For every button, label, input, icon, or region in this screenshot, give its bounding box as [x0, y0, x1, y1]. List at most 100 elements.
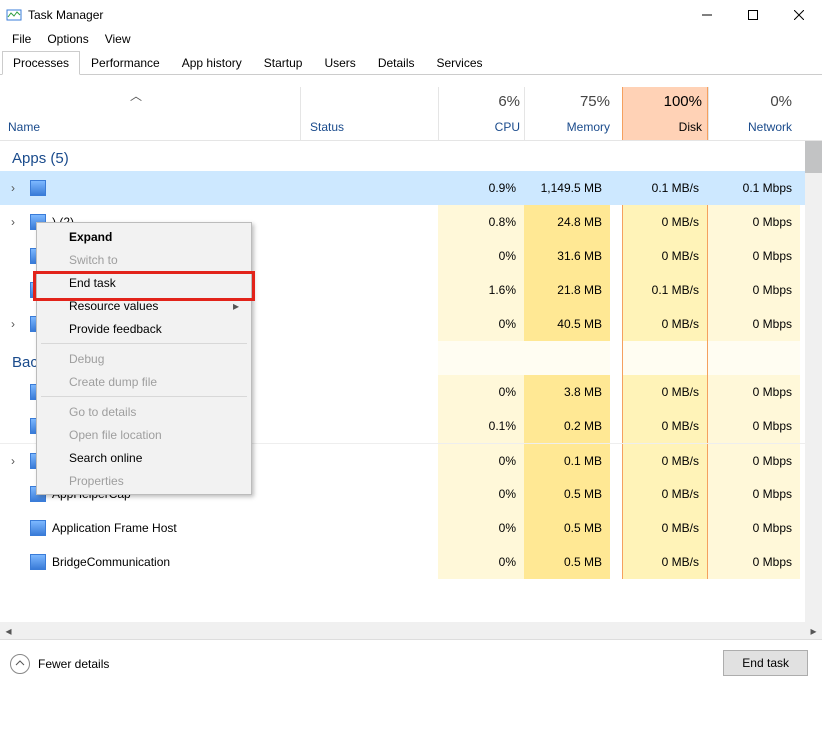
table-row[interactable]: BridgeCommunication0%0.5 MB0 MB/s0 Mbps — [0, 545, 822, 579]
cpu-cell: 0.1% — [438, 409, 524, 443]
context-menu-item[interactable]: End task — [39, 271, 249, 294]
disk-pct: 100% — [622, 93, 702, 110]
context-menu-item: Properties — [39, 469, 249, 492]
mem-pct: 75% — [530, 93, 610, 110]
fewer-details-button[interactable]: Fewer details — [10, 654, 109, 674]
net-pct: 0% — [712, 93, 792, 110]
menu-options[interactable]: Options — [39, 30, 96, 50]
chevron-right-icon[interactable]: › — [4, 181, 22, 195]
mem-cell — [524, 341, 610, 375]
disk-cell: 0.1 MB/s — [622, 171, 708, 205]
menu-view[interactable]: View — [97, 30, 139, 50]
net-cell: 0 Mbps — [708, 273, 800, 307]
minimize-button[interactable] — [684, 0, 730, 30]
mem-cell: 31.6 MB — [524, 239, 610, 273]
footer: Fewer details End task — [0, 639, 822, 687]
process-icon — [30, 554, 46, 570]
menu-file[interactable]: File — [4, 30, 39, 50]
mem-cell: 0.5 MB — [524, 477, 610, 511]
table-row[interactable]: ›0.9%1,149.5 MB0.1 MB/s0.1 Mbps — [0, 171, 822, 205]
chevron-right-icon[interactable]: › — [4, 215, 22, 229]
tab-processes[interactable]: Processes — [2, 51, 80, 75]
scroll-thumb[interactable] — [805, 141, 822, 173]
context-menu-item: Switch to — [39, 248, 249, 271]
vertical-scrollbar[interactable] — [805, 141, 822, 639]
window-title: Task Manager — [28, 8, 684, 22]
cpu-cell: 0% — [438, 307, 524, 341]
col-status[interactable]: Status — [310, 120, 344, 134]
process-icon — [30, 180, 46, 196]
col-memory[interactable]: Memory — [530, 120, 610, 134]
disk-cell: 0 MB/s — [622, 375, 708, 409]
cpu-cell: 0% — [438, 239, 524, 273]
chevron-right-icon: ▸ — [233, 299, 239, 313]
menu-separator — [41, 343, 247, 344]
disk-cell: 0 MB/s — [622, 545, 708, 579]
net-cell: 0 Mbps — [708, 409, 800, 443]
tab-users[interactable]: Users — [313, 51, 366, 75]
net-cell: 0 Mbps — [708, 444, 800, 477]
process-icon — [30, 520, 46, 536]
mem-cell: 0.1 MB — [524, 444, 610, 477]
net-cell: 0 Mbps — [708, 511, 800, 545]
mem-cell: 0.5 MB — [524, 545, 610, 579]
close-button[interactable] — [776, 0, 822, 30]
mem-cell: 0.5 MB — [524, 511, 610, 545]
group-apps[interactable]: Apps (5) — [0, 141, 822, 171]
context-menu-item[interactable]: Provide feedback — [39, 317, 249, 340]
col-disk[interactable]: Disk — [622, 120, 702, 134]
scroll-right-icon[interactable]: ▸ — [805, 622, 822, 639]
disk-cell — [622, 341, 708, 375]
titlebar: Task Manager — [0, 0, 822, 30]
cpu-cell: 0% — [438, 444, 524, 477]
scroll-left-icon[interactable]: ◂ — [0, 622, 17, 639]
mem-cell: 40.5 MB — [524, 307, 610, 341]
net-cell: 0.1 Mbps — [708, 171, 800, 205]
net-cell: 0 Mbps — [708, 545, 800, 579]
net-cell: 0 Mbps — [708, 375, 800, 409]
context-menu-item[interactable]: Resource values▸ — [39, 294, 249, 317]
end-task-button[interactable]: End task — [723, 650, 808, 676]
disk-cell: 0 MB/s — [622, 205, 708, 239]
col-name[interactable]: Name — [8, 120, 40, 134]
context-menu-item: Debug — [39, 347, 249, 370]
tab-details[interactable]: Details — [367, 51, 426, 75]
mem-cell: 24.8 MB — [524, 205, 610, 239]
context-menu-item: Go to details — [39, 400, 249, 423]
cpu-cell: 1.6% — [438, 273, 524, 307]
tab-services[interactable]: Services — [426, 51, 494, 75]
chevron-up-icon — [10, 654, 30, 674]
disk-cell: 0.1 MB/s — [622, 273, 708, 307]
disk-cell: 0 MB/s — [622, 307, 708, 341]
table-row[interactable]: Application Frame Host0%0.5 MB0 MB/s0 Mb… — [0, 511, 822, 545]
horizontal-scrollbar[interactable]: ◂ ▸ — [0, 622, 822, 639]
cpu-cell: 0% — [438, 545, 524, 579]
mem-cell: 1,149.5 MB — [524, 171, 610, 205]
context-menu-item[interactable]: Search online — [39, 446, 249, 469]
cpu-cell: 0% — [438, 511, 524, 545]
disk-cell: 0 MB/s — [622, 444, 708, 477]
maximize-button[interactable] — [730, 0, 776, 30]
cpu-cell: 0% — [438, 375, 524, 409]
menubar: File Options View — [0, 30, 822, 50]
tab-startup[interactable]: Startup — [253, 51, 314, 75]
cpu-pct: 6% — [440, 93, 520, 110]
column-headers: ︿ Name Status 6% CPU 75% Memory 100% Dis… — [0, 87, 822, 141]
tabs: Processes Performance App history Startu… — [0, 50, 822, 75]
disk-cell: 0 MB/s — [622, 239, 708, 273]
cpu-cell: 0.8% — [438, 205, 524, 239]
context-menu-item: Open file location — [39, 423, 249, 446]
disk-cell: 0 MB/s — [622, 409, 708, 443]
col-network[interactable]: Network — [712, 120, 792, 134]
net-cell: 0 Mbps — [708, 205, 800, 239]
net-cell — [708, 341, 800, 375]
chevron-right-icon[interactable]: › — [4, 454, 22, 468]
chevron-right-icon[interactable]: › — [4, 317, 22, 331]
tab-performance[interactable]: Performance — [80, 51, 171, 75]
cpu-cell: 0% — [438, 477, 524, 511]
context-menu-item[interactable]: Expand — [39, 225, 249, 248]
app-icon — [6, 7, 22, 23]
col-cpu[interactable]: CPU — [440, 120, 520, 134]
tab-app-history[interactable]: App history — [171, 51, 253, 75]
fewer-details-label: Fewer details — [38, 657, 109, 671]
